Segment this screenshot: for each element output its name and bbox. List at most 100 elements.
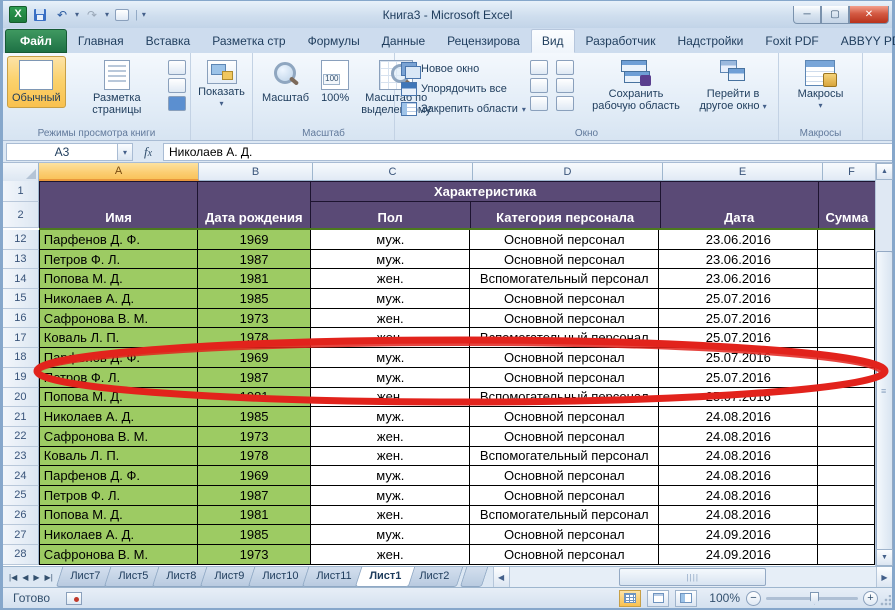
row-header[interactable]: 22 [3, 427, 39, 447]
cell-year[interactable]: 1978 [198, 328, 311, 348]
cell-date[interactable]: 25.07.2016 [659, 348, 818, 368]
scroll-right-icon[interactable]: ▶ [876, 567, 892, 587]
cell-year[interactable]: 1978 [198, 447, 311, 467]
restore-button[interactable]: ▢ [821, 6, 849, 24]
cell-date[interactable]: 24.08.2016 [659, 466, 818, 486]
minimize-button[interactable]: ─ [793, 6, 821, 24]
cell-year[interactable]: 1987 [198, 250, 311, 270]
formula-input[interactable]: Николаев А. Д. [163, 143, 892, 161]
cell-date[interactable]: 25.07.2016 [659, 328, 818, 348]
cell-sum-empty[interactable] [818, 250, 875, 270]
resize-grip[interactable] [879, 595, 891, 607]
insert-sheet-tab[interactable] [459, 567, 487, 587]
page-break-preview-icon[interactable] [168, 60, 186, 75]
row-header-1[interactable]: 1 [3, 181, 39, 202]
cell-year[interactable]: 1981 [198, 506, 311, 526]
page-layout-view-button[interactable]: Разметка страницы [68, 56, 166, 120]
cell-sex[interactable]: жен. [311, 427, 470, 447]
status-page-break-button[interactable] [675, 590, 697, 607]
cell-sum-empty[interactable] [818, 466, 875, 486]
cell-sum-empty[interactable] [818, 506, 875, 526]
macros-button[interactable]: Макросы ▾ [793, 56, 849, 115]
synchronous-scrolling-icon[interactable] [556, 78, 574, 93]
cell-date[interactable]: 24.08.2016 [659, 447, 818, 467]
cell-category[interactable]: Основной персонал [470, 250, 659, 270]
row-header[interactable]: 19 [3, 368, 39, 388]
cell-category[interactable]: Основной персонал [470, 466, 659, 486]
zoom-slider-thumb[interactable] [810, 592, 819, 605]
ribbon-tab[interactable]: Данные [371, 29, 436, 53]
column-header-c[interactable]: C [313, 163, 473, 181]
name-box[interactable]: A3 [6, 143, 118, 161]
row-header[interactable]: 13 [3, 250, 39, 270]
fx-icon[interactable]: fx [133, 144, 163, 160]
close-button[interactable]: ✕ [849, 6, 889, 24]
cell-name[interactable]: Петров Ф. Л. [39, 250, 198, 270]
cell-name[interactable]: Сафронова В. М. [39, 309, 198, 329]
cell-sex[interactable]: муж. [311, 250, 470, 270]
cell-year[interactable]: 1981 [198, 388, 311, 408]
cell-date[interactable]: 25.07.2016 [659, 368, 818, 388]
row-header[interactable]: 14 [3, 269, 39, 289]
cell-date[interactable]: 24.08.2016 [659, 407, 818, 427]
first-sheet-icon[interactable]: |◀ [7, 571, 19, 584]
row-header[interactable]: 18 [3, 348, 39, 368]
zoom-slider-track[interactable] [766, 597, 858, 600]
cell-category[interactable]: Вспомогательный персонал [470, 388, 659, 408]
row-header[interactable]: 27 [3, 525, 39, 545]
freeze-panes-button[interactable]: Закрепить области ▾ [399, 101, 528, 117]
cell-category-header[interactable]: Категория персонала [471, 202, 661, 228]
row-header[interactable]: 17 [3, 328, 39, 348]
redo-dropdown-icon[interactable]: ▾ [105, 10, 109, 19]
cell-sum-empty[interactable] [818, 486, 875, 506]
ribbon-tab[interactable]: Разработчик [575, 29, 667, 53]
cell-sum-empty[interactable] [818, 388, 875, 408]
save-workspace-button[interactable]: Сохранить рабочую область [582, 56, 690, 116]
cell-birthdate-header[interactable]: Дата рождения [198, 182, 311, 228]
redo-icon[interactable]: ↷ [83, 6, 101, 23]
cell-sex[interactable]: жен. [311, 309, 470, 329]
new-window-button[interactable]: Новое окно [399, 61, 528, 77]
cell-sum-header[interactable]: Сумма [819, 182, 875, 228]
normal-view-button[interactable]: Обычный [7, 56, 66, 108]
scroll-down-icon[interactable]: ▼ [876, 549, 893, 566]
cell-sex[interactable]: муж. [311, 230, 470, 250]
status-normal-view-button[interactable] [619, 590, 641, 607]
column-header-f[interactable]: F [823, 163, 880, 181]
horizontal-scroll-track[interactable]: |||| [510, 567, 876, 587]
cell-year[interactable]: 1969 [198, 230, 311, 250]
cell-sex[interactable]: жен. [311, 506, 470, 526]
cell-name[interactable]: Сафронова В. М. [39, 427, 198, 447]
cell-category[interactable]: Основной персонал [470, 486, 659, 506]
reset-window-position-icon[interactable] [556, 96, 574, 111]
cell-sum-empty[interactable] [818, 328, 875, 348]
undo-icon[interactable]: ↶ [53, 6, 71, 23]
cell-characteristic-header[interactable]: Характеристика [311, 182, 661, 202]
cell-sex[interactable]: муж. [311, 407, 470, 427]
cell-sex[interactable]: жен. [311, 545, 470, 565]
cell-category[interactable]: Вспомогательный персонал [470, 447, 659, 467]
sheet-tab[interactable]: Лист1 [355, 567, 416, 587]
cell-date[interactable]: 24.08.2016 [659, 506, 818, 526]
show-group-button[interactable]: Показать ▾ [193, 56, 250, 113]
last-sheet-icon[interactable]: ▶| [43, 571, 55, 584]
row-header[interactable]: 16 [3, 309, 39, 329]
custom-views-icon[interactable] [168, 78, 186, 93]
cell-sex[interactable]: жен. [311, 328, 470, 348]
cell-sex-header[interactable]: Пол [311, 202, 471, 228]
ribbon-tab[interactable]: Файл [5, 29, 67, 53]
save-icon[interactable] [31, 6, 49, 23]
row-header[interactable]: 23 [3, 447, 39, 467]
cell-name[interactable]: Сафронова В. М. [39, 545, 198, 565]
cell-year[interactable]: 1973 [198, 427, 311, 447]
cell-sex[interactable]: жен. [311, 388, 470, 408]
cell-sex[interactable]: муж. [311, 368, 470, 388]
cell-date-header[interactable]: Дата [661, 182, 819, 228]
ribbon-tab[interactable]: Главная [67, 29, 135, 53]
cell-name[interactable]: Николаев А. Д. [39, 407, 198, 427]
cell-sex[interactable]: муж. [311, 289, 470, 309]
vertical-scrollbar-thumb[interactable] [876, 251, 893, 551]
cell-category[interactable]: Основной персонал [470, 525, 659, 545]
cell-year[interactable]: 1973 [198, 309, 311, 329]
row-header[interactable]: 24 [3, 466, 39, 486]
